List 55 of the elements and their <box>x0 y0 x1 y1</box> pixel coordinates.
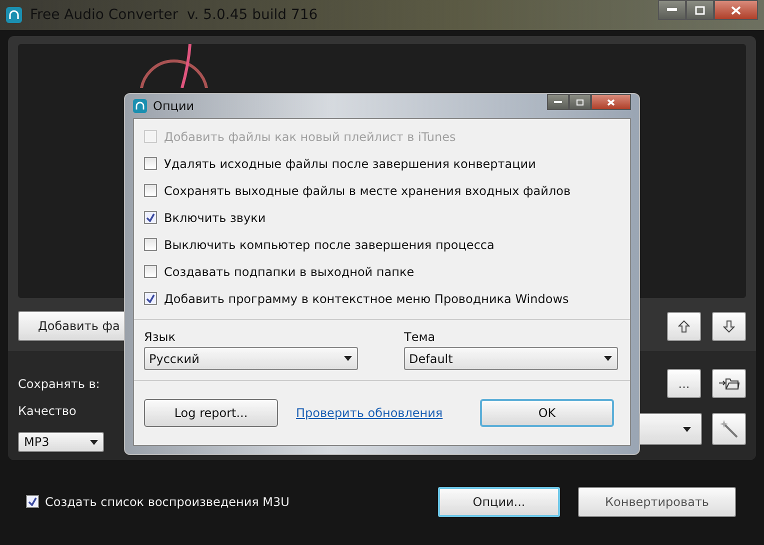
language-label: Язык <box>144 330 176 344</box>
maximize-button[interactable] <box>569 94 591 110</box>
theme-select[interactable]: Default <box>404 347 618 370</box>
format-select[interactable]: MP3 <box>18 432 104 452</box>
maximize-button[interactable] <box>686 0 714 20</box>
option-label: Включить звуки <box>164 210 266 224</box>
dropdown-caret-icon <box>683 426 691 432</box>
options-button[interactable]: Опции... <box>438 486 560 516</box>
checkbox[interactable] <box>144 211 157 224</box>
option-label: Выключить компьютер после завершения процесса <box>164 238 494 252</box>
close-button[interactable] <box>714 0 758 20</box>
app-logo-icon <box>133 99 147 113</box>
convert-button[interactable]: Конвертировать <box>578 486 736 516</box>
log-report-button[interactable]: Log report... <box>144 399 278 427</box>
option-label: Добавить программу в контекстное меню Проводника Windows <box>164 292 569 306</box>
close-button[interactable] <box>591 94 631 110</box>
checkbox[interactable] <box>144 292 157 305</box>
option-label: Сохранять выходные файлы в месте хранения входных файлов <box>164 184 571 198</box>
dropdown-caret-icon <box>344 356 352 361</box>
move-down-button[interactable] <box>712 312 746 340</box>
ok-button[interactable]: OK <box>480 399 614 427</box>
move-up-button[interactable] <box>667 312 701 340</box>
browse-button[interactable]: ... <box>667 369 701 398</box>
option-label: Удалять исходные файлы после завершения конвертации <box>164 156 536 170</box>
maximize-icon <box>576 98 584 106</box>
quality-label: Качество <box>18 404 76 418</box>
minimize-button[interactable] <box>547 94 569 110</box>
option-label: Создавать подпапки в выходной папке <box>164 264 414 278</box>
checkbox[interactable] <box>144 184 157 197</box>
dialog-title: Опции <box>153 99 194 113</box>
close-icon <box>607 98 615 106</box>
wand-button[interactable] <box>712 413 746 445</box>
dropdown-caret-icon <box>90 440 98 444</box>
checkbox-label: Создать список воспроизведения M3U <box>45 494 290 508</box>
folder-arrow-icon <box>718 377 740 390</box>
minimize-icon <box>667 8 677 12</box>
checkbox[interactable] <box>26 495 39 508</box>
check-updates-link[interactable]: Проверить обновления <box>296 406 443 420</box>
maximize-icon <box>695 6 705 14</box>
open-folder-button[interactable] <box>712 369 746 398</box>
theme-label: Тема <box>404 330 436 344</box>
close-icon <box>731 6 741 14</box>
checkbox[interactable] <box>144 238 157 251</box>
dropdown-caret-icon <box>604 356 612 361</box>
minimize-button[interactable] <box>658 0 686 20</box>
option-label: Добавить файлы как новый плейлист в iTunes <box>164 130 456 144</box>
app-logo-icon <box>6 7 22 23</box>
language-select[interactable]: Русский <box>144 347 358 370</box>
up-arrow-icon <box>678 320 690 332</box>
save-to-label: Сохранять в: <box>18 376 100 390</box>
magic-wand-icon <box>719 419 739 439</box>
minimize-icon <box>554 100 562 104</box>
checkbox[interactable] <box>144 265 157 278</box>
down-arrow-icon <box>723 320 735 332</box>
checkbox[interactable] <box>144 157 157 170</box>
